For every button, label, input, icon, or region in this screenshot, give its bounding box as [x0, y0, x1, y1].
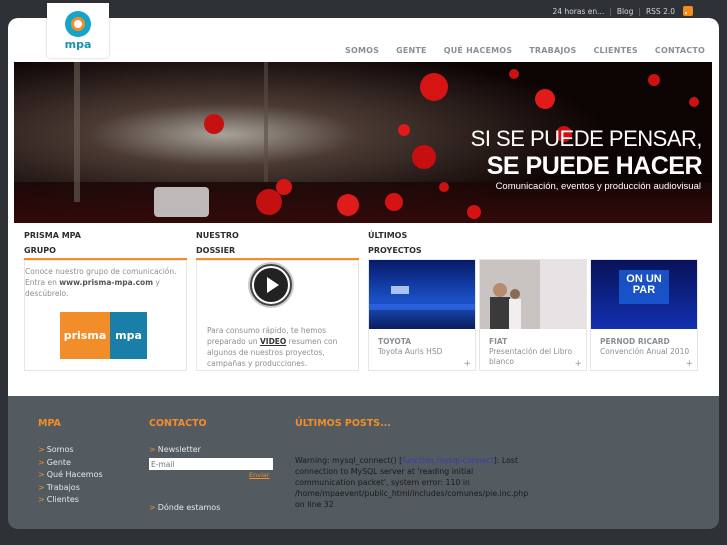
prisma-mpa-logo[interactable]: prisma mpa [60, 312, 147, 359]
footer-link-trabajos[interactable]: > Trabajos [38, 483, 80, 492]
arrow-icon: > [38, 483, 45, 492]
footer-link-clientes[interactable]: > Clientes [38, 495, 79, 504]
project-name: FIAT [489, 337, 508, 346]
link-rss[interactable]: RSS 2.0 [641, 7, 680, 16]
grupo-description: Conoce nuestro grupo de comunicación. En… [25, 267, 177, 298]
rss-icon[interactable] [683, 6, 693, 16]
screen-text: ON UN PAR [626, 273, 662, 296]
prisma-logo-left: prisma [60, 312, 110, 359]
video-link[interactable]: VIDEO [260, 337, 286, 346]
nav-item-clientes[interactable]: CLIENTES [593, 46, 637, 55]
plus-icon[interactable]: + [685, 359, 693, 369]
plus-icon[interactable]: + [574, 359, 582, 369]
footer-contact-title: CONTACTO [149, 418, 207, 429]
arrow-icon: > [38, 458, 45, 467]
footer-link-donde-estamos[interactable]: > Dónde estamos [149, 503, 220, 512]
grupo-title-line2: GRUPO [24, 246, 56, 255]
dossier-title-line1: NUESTRO [196, 231, 239, 240]
arrow-icon: > [38, 495, 45, 504]
arrow-icon: > [38, 445, 45, 454]
project-image-toyota [369, 260, 475, 329]
nav-item-que-hacemos[interactable]: QUÉ HACEMOS [444, 46, 513, 55]
project-desc: Toyota Auris HSD [378, 347, 443, 356]
dossier-title-line2: DOSSIER [196, 246, 236, 255]
newsletter-label: > Newsletter [149, 445, 201, 454]
project-name: TOYOTA [378, 337, 412, 346]
project-image-fiat [480, 260, 586, 329]
project-card-pernod[interactable]: ON UN PAR PERNOD RICARD Convención Anual… [590, 259, 698, 371]
nav-item-gente[interactable]: GENTE [396, 46, 427, 55]
footer-mpa-title: MPA [38, 418, 61, 429]
nav-item-contacto[interactable]: CONTACTO [655, 46, 705, 55]
hero-subtitle: Comunicación, eventos y producción audio… [495, 181, 701, 192]
project-card-toyota[interactable]: TOYOTA Toyota Auris HSD + [368, 259, 476, 371]
arrow-icon: > [38, 470, 45, 479]
dossier-description: Para consumo rápido, te hemos preparado … [207, 326, 338, 368]
link-24-horas[interactable]: 24 horas en... [548, 7, 610, 16]
play-video-button[interactable] [250, 264, 292, 306]
project-image-pernod: ON UN PAR [591, 260, 697, 329]
footer-link-somos[interactable]: > Somos [38, 445, 74, 454]
project-desc: Convención Anual 2010 [600, 347, 690, 356]
hero-headline-2: SE PUEDE HACER [486, 152, 703, 180]
arrow-icon: > [149, 445, 156, 454]
grupo-title-line1: PRISMA MPA [24, 231, 81, 240]
projects-title: ÚLTIMOS PROYECTOS [368, 229, 422, 258]
top-utility-bar: 24 horas en... | Blog | RSS 2.0 [548, 4, 693, 18]
site-logo[interactable]: mpa [47, 3, 109, 58]
projects-title-line2: PROYECTOS [368, 246, 422, 255]
footer-link-gente[interactable]: > Gente [38, 458, 71, 467]
prisma-link[interactable]: www.prisma-mpa.com [59, 278, 153, 287]
footer-posts-title: ÚLTIMOS POSTS... [295, 418, 391, 429]
logo-mark-icon [65, 10, 91, 37]
nav-item-somos[interactable]: SOMOS [345, 46, 379, 55]
main-nav: SOMOS GENTE QUÉ HACEMOS TRABAJOS CLIENTE… [328, 46, 705, 55]
project-name: PERNOD RICARD [600, 337, 670, 346]
arrow-icon: > [149, 503, 156, 512]
newsletter-send-link[interactable]: Enviar [249, 471, 270, 479]
play-icon [254, 268, 288, 302]
link-blog[interactable]: Blog [612, 7, 639, 16]
grupo-title: PRISMA MPA GRUPO [24, 229, 81, 258]
dossier-title: NUESTRO DOSSIER [196, 229, 239, 258]
projects-title-line1: ÚLTIMOS [368, 231, 408, 240]
warning-function-link[interactable]: function.mysql-connect [402, 456, 494, 465]
logo-text: mpa [64, 37, 92, 51]
plus-icon[interactable]: + [463, 359, 471, 369]
project-card-fiat[interactable]: FIAT Presentación del Libro blanco + [479, 259, 587, 371]
php-warning-text: Warning: mysql_connect() [function.mysql… [295, 456, 529, 509]
prisma-logo-right: mpa [110, 312, 147, 359]
nav-item-trabajos[interactable]: TRABAJOS [529, 46, 576, 55]
project-desc: Presentación del Libro blanco [489, 347, 573, 366]
hero-banner: SI SE PUEDE PENSAR, SE PUEDE HACER Comun… [14, 62, 712, 223]
footer-link-que-hacemos[interactable]: > Qué Hacemos [38, 470, 103, 479]
hero-headline-1: SI SE PUEDE PENSAR, [470, 126, 703, 151]
newsletter-email-input[interactable] [149, 458, 273, 470]
